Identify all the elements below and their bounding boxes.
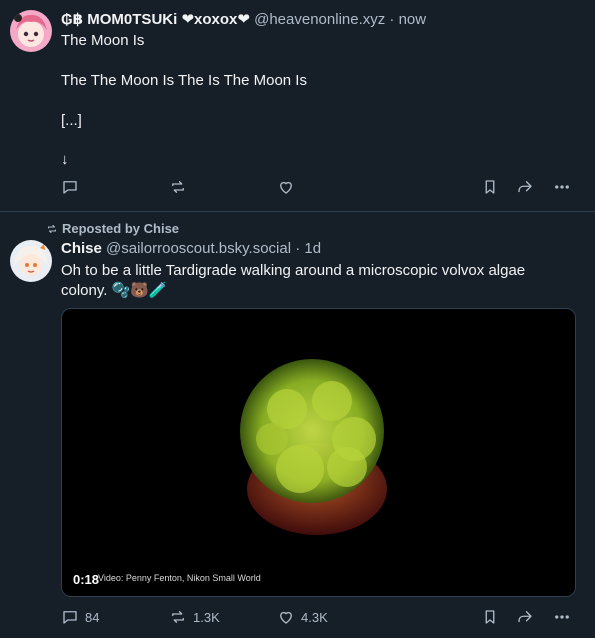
post-actions <box>61 178 576 200</box>
post-header: Chise @sailorrooscout.bsky.social · 1d <box>61 240 321 257</box>
timestamp[interactable]: 1d <box>304 240 321 257</box>
post-text-line: The Moon Is <box>61 32 145 49</box>
post-text: Oh to be a little Tardigrade walking aro… <box>61 262 526 299</box>
like-count: 4.3K <box>301 609 328 625</box>
bookmark-icon <box>485 180 495 194</box>
handle[interactable]: @sailorrooscout.bsky.social <box>106 240 291 257</box>
separator-dot: · <box>295 240 301 257</box>
share-icon <box>518 611 532 623</box>
repost-icon <box>172 181 184 193</box>
handle[interactable]: @heavenonline.xyz <box>254 11 385 28</box>
separator-dot: · <box>389 11 395 28</box>
share-button[interactable] <box>516 608 534 626</box>
share-icon <box>518 181 532 193</box>
feed-post[interactable]: Reposted by Chise Chise @sailorrooscout.… <box>0 212 595 638</box>
share-button[interactable] <box>516 178 534 196</box>
post-text-line: The The Moon Is The Is The Moon Is <box>61 72 307 89</box>
reply-icon <box>63 181 77 194</box>
bookmark-icon <box>485 610 495 624</box>
video-frame <box>62 309 575 596</box>
post-text-line: ↓ <box>61 151 69 168</box>
reply-icon <box>63 611 77 624</box>
repost-icon <box>47 224 57 233</box>
reply-count: 84 <box>85 609 100 625</box>
more-options-button[interactable] <box>553 608 571 626</box>
post-text-line: [...] <box>61 112 82 129</box>
video-credit: Video: Penny Fenton, Nikon Small World <box>98 573 261 583</box>
bookmark-button[interactable] <box>481 178 499 196</box>
repost-button[interactable] <box>169 178 193 196</box>
like-icon <box>280 611 292 624</box>
bookmark-button[interactable] <box>481 608 499 626</box>
feed-post[interactable]: ₲฿ MOM0TSUKi ❤xoxox❤ @heavenonline.xyz ·… <box>0 0 595 212</box>
display-name[interactable]: Chise <box>61 240 102 257</box>
display-name[interactable]: ₲฿ MOM0TSUKi ❤xoxox❤ <box>61 11 250 28</box>
post-actions: 84 1.3K 4.3K <box>61 608 576 630</box>
repost-count: 1.3K <box>193 609 220 625</box>
like-button[interactable]: 4.3K <box>277 608 328 626</box>
reply-button[interactable]: 84 <box>61 608 99 626</box>
repost-button[interactable]: 1.3K <box>169 608 220 626</box>
avatar[interactable] <box>10 240 52 282</box>
timestamp[interactable]: now <box>399 11 427 28</box>
more-icon <box>555 185 569 189</box>
repost-icon <box>172 611 184 623</box>
like-button[interactable] <box>277 178 301 196</box>
video-duration: 0:18 <box>73 572 100 587</box>
repost-indicator[interactable]: Reposted by Chise <box>46 221 179 236</box>
reply-button[interactable] <box>61 178 85 196</box>
like-icon <box>280 181 292 194</box>
more-icon <box>555 615 569 619</box>
post-header: ₲฿ MOM0TSUKi ❤xoxox❤ @heavenonline.xyz ·… <box>61 10 426 28</box>
avatar[interactable] <box>10 10 52 52</box>
more-options-button[interactable] <box>553 178 571 196</box>
video-player[interactable]: 0:18 Video: Penny Fenton, Nikon Small Wo… <box>61 308 576 597</box>
repost-label: Reposted by Chise <box>62 221 180 236</box>
